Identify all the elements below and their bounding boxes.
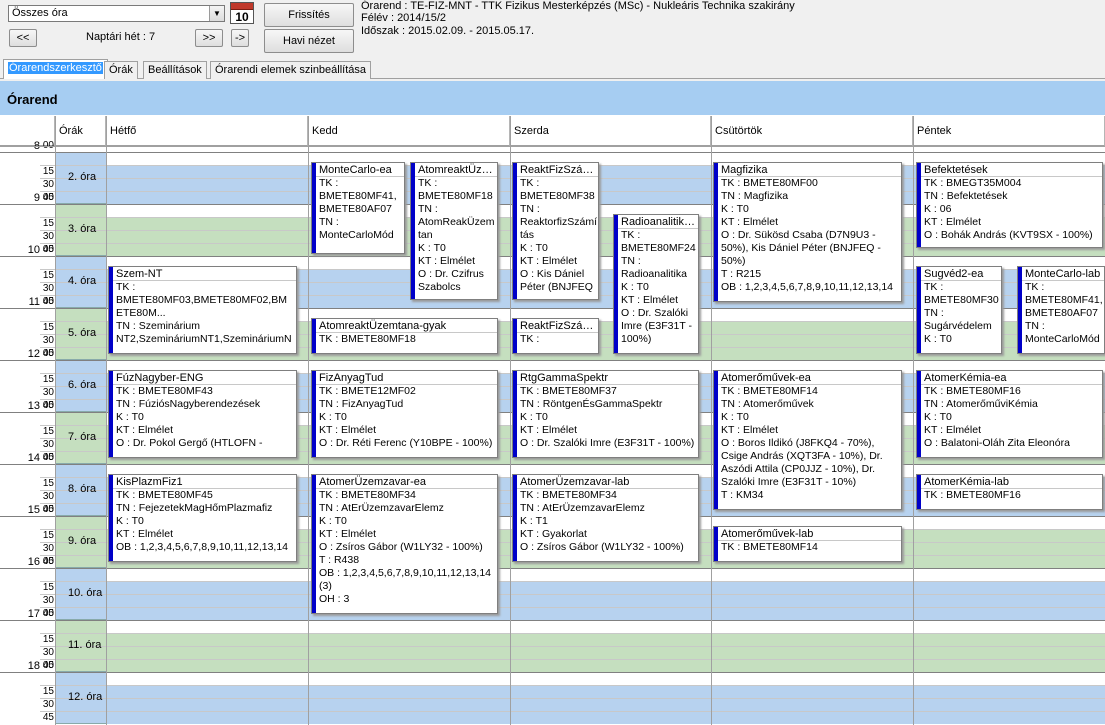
event-title: Atomerőművek-lab	[718, 527, 901, 541]
event-details: TK : BMETE80MF30 TN : Sugárvédelem K : T…	[924, 281, 999, 345]
event-card[interactable]: Radioanalitika-... TK : BMETE80MF24 TN :…	[613, 214, 699, 354]
event-details: TK : BMETE80MF45 TN : FejezetekMagHőmPla…	[116, 489, 289, 553]
event-title: AtomerKémia-ea	[921, 371, 1102, 385]
event-title: Atomerőművek-ea	[718, 371, 901, 385]
event-details: TK : BMETE80MF00 TN : Magfizika K : T0 K…	[721, 177, 894, 293]
event-details: TK : BMETE80MF14 TN : Atomerőművek K : T…	[721, 385, 883, 501]
event-title: KisPlazmFiz1	[113, 475, 296, 489]
event-details: TK : BMETE80MF24 TN : Radioanalitika K :…	[621, 229, 696, 345]
event-title: Sugvéd2-ea	[921, 267, 1001, 281]
event-title: ReaktFizSzám...	[517, 319, 598, 333]
event-card[interactable]: Szem-NT TK : BMETE80MF03,BMETE80MF02,BM …	[108, 266, 297, 354]
events-layer: MonteCarlo-ea TK : BMETE80MF41, BMETE80A…	[0, 0, 1105, 725]
event-title: MonteCarlo-ea	[316, 163, 404, 177]
event-card[interactable]: KisPlazmFiz1 TK : BMETE80MF45 TN : Fejez…	[108, 474, 297, 562]
event-card[interactable]: AtomerÜzemzavar-lab TK : BMETE80MF34 TN …	[512, 474, 699, 562]
event-card[interactable]: AtomerKémia-ea TK : BMETE80MF16 TN : Ato…	[916, 370, 1103, 458]
event-card[interactable]: ReaktFizSzám... TK : BMETE80MF38 TN : Re…	[512, 162, 599, 300]
event-details: TK : BMETE80MF16 TN : AtomerőműviKémia K…	[924, 385, 1070, 449]
event-card[interactable]: Atomerőművek-ea TK : BMETE80MF14 TN : At…	[713, 370, 902, 510]
event-card[interactable]: MonteCarlo-ea TK : BMETE80MF41, BMETE80A…	[311, 162, 405, 254]
event-title: RtgGammaSpektr	[517, 371, 698, 385]
event-title: FizAnyagTud	[316, 371, 497, 385]
event-title: FúzNagyber-ENG	[113, 371, 296, 385]
event-details: TK : BMETE80MF16	[924, 489, 1021, 501]
event-title: AtomerKémia-lab	[921, 475, 1102, 489]
event-card[interactable]: AtomerKémia-lab TK : BMETE80MF16	[916, 474, 1103, 510]
event-card[interactable]: ReaktFizSzám... TK :	[512, 318, 599, 354]
event-details: TK : BMETE80MF18 TN : AtomReakÜzem tan K…	[418, 177, 495, 293]
event-title: Szem-NT	[113, 267, 296, 281]
event-card[interactable]: MonteCarlo-lab TK : BMETE80MF41, BMETE80…	[1017, 266, 1105, 354]
event-details: TK : BMETE80MF34 TN : AtErÜzemzavarElemz…	[319, 489, 492, 605]
event-title: AtomerÜzemzavar-lab	[517, 475, 698, 489]
event-details: TK :	[520, 333, 540, 345]
event-details: TK : BMETE80MF03,BMETE80MF02,BM ETE80M..…	[116, 281, 292, 345]
event-details: TK : BMETE80MF38 TN : ReaktorfizSzámí tá…	[520, 177, 598, 300]
event-details: TK : BMETE80MF37 TN : RöntgenÉsGammaSpek…	[520, 385, 695, 449]
event-details: TK : BMEGT35M004 TN : Befektetések K : 0…	[924, 177, 1093, 241]
event-details: TK : BMETE12MF02 TN : FizAnyagTud K : T0…	[319, 385, 493, 449]
event-card[interactable]: Befektetések TK : BMEGT35M004 TN : Befek…	[916, 162, 1103, 248]
event-details: TK : BMETE80MF41, BMETE80AF07 TN : Monte…	[319, 177, 397, 241]
event-details: TK : BMETE80MF43 TN : FúziósNagyberendez…	[116, 385, 263, 449]
event-title: AtomreaktÜzem...	[415, 163, 497, 177]
event-card[interactable]: AtomerÜzemzavar-ea TK : BMETE80MF34 TN :…	[311, 474, 498, 614]
event-details: TK : BMETE80MF34 TN : AtErÜzemzavarElemz…	[520, 489, 684, 553]
event-details: TK : BMETE80MF14	[721, 541, 818, 553]
event-title: MonteCarlo-lab	[1022, 267, 1104, 281]
event-title: AtomerÜzemzavar-ea	[316, 475, 497, 489]
event-card[interactable]: RtgGammaSpektr TK : BMETE80MF37 TN : Rön…	[512, 370, 699, 458]
event-card[interactable]: FizAnyagTud TK : BMETE12MF02 TN : FizAny…	[311, 370, 498, 458]
event-details: TK : BMETE80MF41, BMETE80AF07 TN : Monte…	[1025, 281, 1103, 345]
event-title: Radioanalitika-...	[618, 215, 698, 229]
event-card[interactable]: FúzNagyber-ENG TK : BMETE80MF43 TN : Fúz…	[108, 370, 297, 458]
event-title: AtomreaktÜzemtana-gyak	[316, 319, 497, 333]
event-card[interactable]: Sugvéd2-ea TK : BMETE80MF30 TN : Sugárvé…	[916, 266, 1002, 354]
event-card[interactable]: Atomerőművek-lab TK : BMETE80MF14	[713, 526, 902, 562]
event-details: TK : BMETE80MF18	[319, 333, 416, 345]
event-title: ReaktFizSzám...	[517, 163, 598, 177]
event-card[interactable]: AtomreaktÜzem... TK : BMETE80MF18 TN : A…	[410, 162, 498, 300]
event-title: Befektetések	[921, 163, 1102, 177]
event-card[interactable]: AtomreaktÜzemtana-gyak TK : BMETE80MF18	[311, 318, 498, 354]
event-card[interactable]: Magfizika TK : BMETE80MF00 TN : Magfizik…	[713, 162, 902, 302]
event-title: Magfizika	[718, 163, 901, 177]
